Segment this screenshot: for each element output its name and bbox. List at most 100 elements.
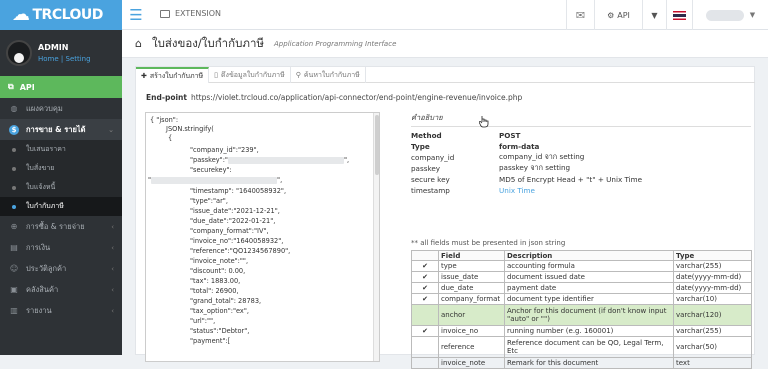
field-type: varchar(120) (673, 304, 752, 326)
content-panel: ✚ สร้างใบกำกับภาษี ▯ ดึงข้อมูลใบกำกับภาษ… (135, 66, 755, 369)
sidebar-subitem-quotation[interactable]: ใบเสนอราคา (0, 140, 122, 159)
description-row: passkey passkey จาก setting (411, 163, 751, 174)
sidebar-item-customers[interactable]: ☺ ประวัติลูกค้า ‹ (0, 258, 122, 279)
description-value: form-data (499, 142, 540, 151)
tab-fetch-invoice[interactable]: ▯ ดึงข้อมูลใบกำกับภาษี (209, 67, 291, 83)
endpoint-line: End-point https://violet.trcloud.co/appli… (146, 93, 522, 102)
chevron-left-icon: ‹ (111, 285, 114, 294)
json-line: "due_date":"2022-01-21", (190, 217, 276, 225)
field-description: document issued date (504, 271, 674, 283)
table-row: ✔ issue_date document issued date date(y… (411, 271, 752, 283)
json-line: "total": 26900, (190, 287, 239, 295)
sidebar-item-label: การเงิน (26, 242, 51, 252)
description-key: timestamp (411, 186, 450, 195)
box-icon: ▣ (10, 285, 18, 294)
sidebar-item-label: แผงควบคุม (26, 103, 63, 113)
fields-table: Field Description Type ✔ type accounting… (411, 250, 752, 369)
sidebar-item-label: การขาย & รายได้ (26, 124, 86, 134)
chevron-down-icon: ▼ (749, 11, 756, 19)
check-icon: ✔ (411, 260, 439, 272)
extension-button[interactable]: EXTENSION (160, 9, 221, 18)
sidebar-item-dashboard[interactable]: ◍ แผงควบคุม (0, 98, 122, 119)
json-line: "tax": 1883.00, (190, 277, 241, 285)
table-row: ✔ company_format document type identifie… (411, 293, 752, 305)
json-line: "securekey": (190, 166, 232, 174)
json-line: ", (343, 156, 350, 164)
sidebar-subitem-sales-order[interactable]: ใบสั่งขาย (0, 159, 122, 178)
sidebar-item-inventory[interactable]: ▣ คลังสินค้า ‹ (0, 279, 122, 300)
field-description: document type identifier (504, 293, 674, 305)
bullet-icon (12, 147, 16, 152)
avatar[interactable] (6, 40, 32, 66)
tab-search-invoice[interactable]: ⚲ ค้นหาใบกำกับภาษี (291, 67, 366, 83)
hand-cursor-icon (479, 116, 489, 128)
field-name: company_format (438, 293, 505, 305)
cart-icon: ⊕ (10, 222, 18, 231)
sidebar-subitem-tax-invoice[interactable]: ใบกำกับภาษี (0, 197, 122, 216)
user-name: ADMIN (38, 43, 69, 52)
field-description: Reference document can be QO, Legal Term… (504, 336, 674, 358)
field-type: varchar(255) (673, 325, 752, 337)
sidebar-item-finance[interactable]: ▤ การเงิน ‹ (0, 237, 122, 258)
scrollbar-thumb[interactable] (375, 115, 379, 175)
rss-icon: ⧉ (8, 82, 14, 91)
endpoint-label: End-point (146, 93, 187, 102)
field-description: running number (e.g. 160001) (504, 325, 674, 337)
endpoint-url: https://violet.trcloud.co/application/ap… (190, 93, 523, 102)
json-line: { (168, 134, 173, 142)
dropdown-caret-icon[interactable]: ▼ (642, 0, 666, 30)
json-scrollbar[interactable] (373, 113, 379, 361)
sidebar-item-purchase[interactable]: ⊕ การซื้อ & รายจ่าย ‹ (0, 216, 122, 237)
json-line: "discount": 0.00, (190, 267, 246, 275)
json-line: JSON.stringify( (166, 125, 214, 133)
chevron-left-icon: ‹ (111, 264, 114, 273)
field-description: accounting formula (504, 260, 674, 272)
json-line: "url":"", (190, 317, 216, 325)
json-line: "status":"Debtor", (190, 327, 250, 335)
json-line: "grand_total": 28783, (190, 297, 262, 305)
sidebar-item-sales[interactable]: $ การขาย & รายได้ ⌄ (0, 119, 122, 140)
home-icon[interactable]: ⌂ (135, 37, 142, 50)
json-line-passkey: "passkey":" ", (190, 156, 349, 164)
check-icon: ✔ (411, 282, 439, 294)
api-menu-button[interactable]: ⚙ API (594, 0, 642, 30)
json-example-box[interactable]: { "json": JSON.stringify( { "company_id"… (145, 112, 380, 362)
brand-logo[interactable]: ☁ TRCLOUD (0, 0, 122, 30)
json-line: "payment":[ (190, 337, 231, 345)
bullet-icon (12, 166, 16, 171)
field-type: varchar(10) (673, 293, 752, 305)
page-subtitle: Application Programming Interface (274, 39, 397, 48)
user-menu[interactable]: ▼ (692, 0, 768, 30)
monitor-icon (160, 9, 170, 18)
field-name: due_date (438, 282, 505, 294)
empty-check-cell (411, 304, 439, 326)
json-line: "issue_date":"2021-12-21", (190, 207, 280, 215)
unix-time-link[interactable]: Unix Time (499, 186, 535, 195)
language-flag-button[interactable] (666, 0, 692, 30)
check-icon: ✔ (411, 293, 439, 305)
table-row: ✔ invoice_no running number (e.g. 160001… (411, 325, 752, 337)
page-title: ใบส่งของ/ใบกำกับภาษี (151, 35, 265, 50)
menu-toggle-icon[interactable]: ☰ (122, 0, 150, 30)
home-link[interactable]: Home (38, 55, 59, 63)
json-line: { "json": (150, 116, 179, 124)
tab-label: สร้างใบกำกับภาษี (149, 71, 204, 80)
field-type: varchar(255) (673, 260, 752, 272)
tab-bar: ✚ สร้างใบกำกับภาษี ▯ ดึงข้อมูลใบกำกับภาษ… (136, 67, 755, 83)
json-line: "invoice_no":"1640058932", (190, 237, 284, 245)
tab-create-invoice[interactable]: ✚ สร้างใบกำกับภาษี (136, 67, 210, 83)
money-icon: ▤ (10, 243, 18, 252)
api-label: API (617, 10, 630, 20)
field-description: payment date (504, 282, 674, 294)
sidebar-item-reports[interactable]: ▥ รายงาน ‹ (0, 300, 122, 321)
sidebar-subitem-label: ใบกำกับภาษี (26, 202, 64, 210)
description-value: company_id จาก setting (499, 152, 585, 161)
sidebar-item-api[interactable]: ⧉ API (0, 76, 122, 98)
setting-link[interactable]: Setting (66, 55, 91, 63)
sidebar-subitem-invoice[interactable]: ใบแจ้งหนี้ (0, 178, 122, 197)
chevron-left-icon: ‹ (111, 243, 114, 252)
description-key: Type (411, 142, 430, 151)
field-name: issue_date (438, 271, 505, 283)
json-line: "invoice_note":"", (190, 257, 249, 265)
mail-icon[interactable]: ✉ (566, 0, 594, 30)
